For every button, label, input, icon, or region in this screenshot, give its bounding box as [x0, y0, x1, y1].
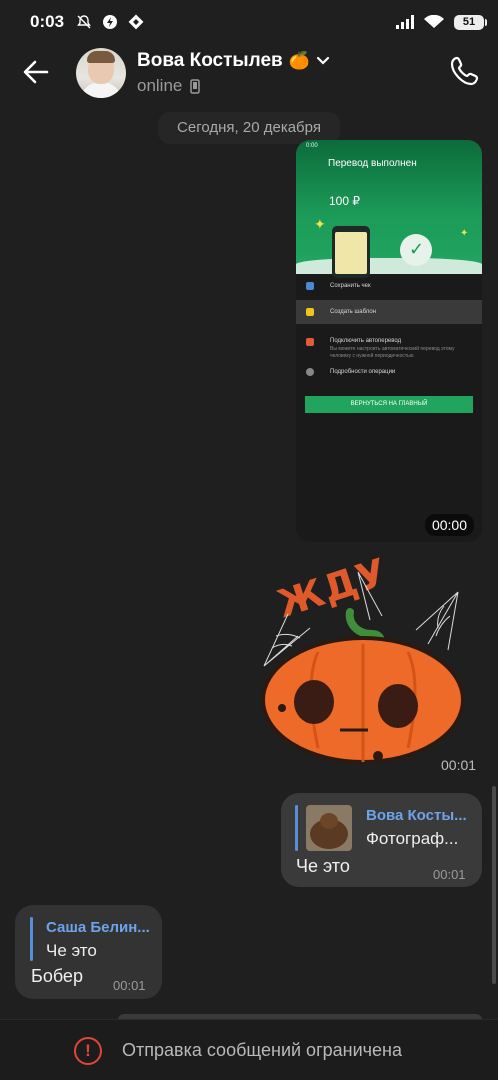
- outgoing-reply-message[interactable]: Вова Косты... Фотограф... Че это 00:01: [281, 793, 482, 887]
- chat-header: Вова Костылев 🍊 online: [0, 44, 498, 104]
- contact-status: online: [137, 76, 201, 96]
- phone-illustration: [332, 226, 370, 278]
- bolt-icon: [103, 15, 118, 29]
- bell-muted-icon: [77, 15, 91, 29]
- contact-emoji: 🍊: [288, 51, 310, 70]
- status-time: 0:03: [30, 12, 65, 31]
- screenshot-amount: 100 ₽: [329, 194, 360, 208]
- mobile-device-icon: [190, 78, 201, 94]
- screenshot-title: Перевод выполнен: [328, 158, 417, 169]
- screenshot-note: Вы можете настроить автоматический перев…: [330, 346, 455, 359]
- scrollbar[interactable]: [492, 786, 496, 984]
- warning-icon: !: [74, 1037, 102, 1065]
- image-message[interactable]: 0:00 Перевод выполнен 100 ₽ ✦ ✦ Сохранит…: [296, 140, 482, 542]
- screenshot-status-time: 0:00: [306, 143, 318, 149]
- online-status-text: online: [137, 76, 183, 95]
- restricted-text: Отправка сообщений ограничена: [122, 1040, 402, 1060]
- pumpkin-illustration: [261, 571, 465, 764]
- sticker-time: 00:01: [441, 757, 477, 773]
- message-text: Че это: [296, 856, 350, 876]
- sparkle-icon: ✦: [314, 216, 326, 232]
- screenshot-row: Сохранить чек: [296, 274, 482, 298]
- reply-preview: Фотограф...: [366, 829, 459, 848]
- reply-thumbnail: [306, 805, 352, 851]
- screenshot-return-button: ВЕРНУТЬСЯ НА ГЛАВНЫЙ: [305, 396, 473, 413]
- contact-avatar[interactable]: [76, 48, 126, 98]
- cloud-shape: [296, 258, 482, 274]
- pumpkin-sticker[interactable]: ЖДУ: [258, 550, 468, 768]
- reply-author: Вова Косты...: [366, 807, 467, 824]
- message-text: Бобер: [31, 966, 83, 986]
- app-notification-icon: [128, 14, 144, 30]
- message-time: 00:01: [113, 978, 146, 993]
- reply-author: Саша Белин...: [46, 919, 150, 936]
- message-time: 00:00: [424, 514, 474, 536]
- check-circle-icon: [400, 234, 432, 266]
- screenshot-row: Подробности операции: [296, 360, 482, 384]
- contact-name[interactable]: Вова Костылев 🍊: [137, 50, 330, 72]
- battery-icon: 51: [454, 14, 487, 30]
- incoming-reply-message[interactable]: Саша Белин... Че это Бобер 00:01: [15, 905, 162, 999]
- screenshot-row: Создать шаблон: [296, 300, 482, 324]
- signal-icon: [396, 15, 414, 29]
- back-arrow-icon[interactable]: [20, 56, 52, 88]
- contact-name-text: Вова Костылев: [137, 50, 283, 71]
- chevron-down-icon[interactable]: [316, 56, 330, 66]
- status-bar: 0:03 51: [0, 0, 498, 44]
- sparkle-icon: ✦: [460, 228, 469, 239]
- message-time: 00:01: [433, 867, 466, 882]
- wifi-icon: [424, 15, 444, 28]
- reply-preview: Че это: [46, 941, 97, 960]
- phone-call-icon[interactable]: [448, 54, 482, 88]
- restricted-banner: ! Отправка сообщений ограничена: [0, 1019, 498, 1080]
